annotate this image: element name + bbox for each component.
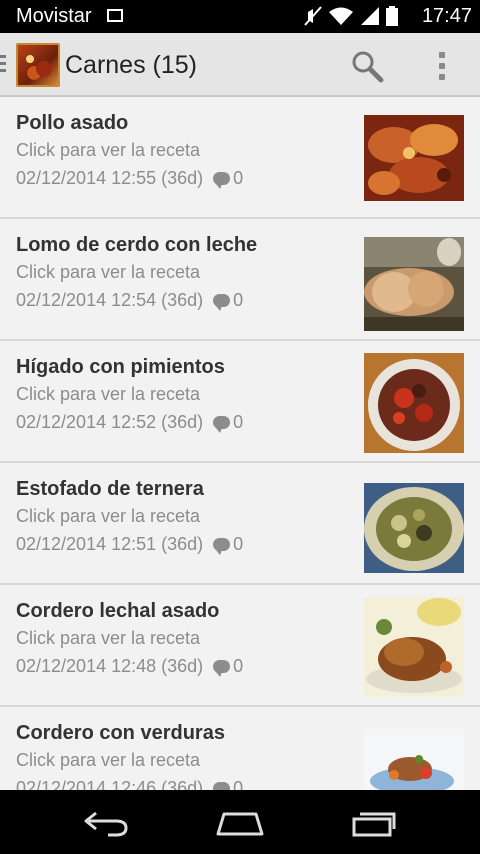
recipe-date: 02/12/2014 12:52 (36d) — [16, 412, 204, 432]
recipe-meta: 02/12/2014 12:46 (36d) 0 — [16, 778, 243, 790]
pork-loin-photo — [364, 237, 464, 331]
mute-icon — [304, 6, 322, 26]
comment-count: 0 — [233, 168, 244, 188]
recipe-meta: 02/12/2014 12:52 (36d) 0 — [16, 412, 243, 433]
recipe-list[interactable]: Pollo asado Click para ver la receta 02/… — [0, 97, 480, 790]
recipe-row[interactable]: Estofado de ternera Click para ver la re… — [0, 463, 480, 585]
beef-stew-photo — [364, 483, 464, 573]
comment-icon — [213, 538, 231, 555]
comment-count: 0 — [233, 534, 244, 554]
image-notification-icon — [107, 9, 123, 22]
status-bar: Movistar 17:47 — [0, 0, 480, 33]
carrier-name: Movistar — [16, 5, 92, 27]
recipe-row[interactable]: Hígado con pimientos Click para ver la r… — [0, 341, 480, 463]
navigation-bar — [0, 790, 480, 854]
recent-apps-icon — [352, 812, 396, 837]
recipe-subtitle: Click para ver la receta — [16, 750, 201, 770]
liver-peppers-photo — [364, 353, 464, 453]
recipe-name: Lomo de cerdo con leche — [16, 234, 258, 256]
recipe-name: Hígado con pimientos — [16, 356, 225, 378]
comment-icon — [213, 782, 231, 790]
comment-icon — [213, 172, 231, 189]
roast-lamb-photo — [364, 597, 464, 697]
page-title: Carnes (15) — [65, 51, 197, 79]
recipe-row[interactable]: Cordero con verduras Click para ver la r… — [0, 707, 480, 790]
roast-chicken-photo — [364, 115, 464, 201]
category-logo[interactable] — [16, 43, 60, 87]
wifi-icon — [329, 7, 353, 25]
lamb-vegetables-photo — [364, 729, 464, 790]
recipe-meta: 02/12/2014 12:51 (36d) 0 — [16, 534, 243, 555]
back-button[interactable] — [76, 806, 136, 840]
recipe-subtitle: Click para ver la receta — [16, 262, 201, 282]
comment-count: 0 — [233, 778, 244, 790]
comment-count: 0 — [233, 656, 244, 676]
recipe-meta: 02/12/2014 12:55 (36d) 0 — [16, 168, 243, 189]
recipe-meta: 02/12/2014 12:54 (36d) 0 — [16, 290, 243, 311]
clock: 17:47 — [421, 5, 472, 27]
recipe-name: Cordero lechal asado — [16, 600, 220, 622]
recipe-date: 02/12/2014 12:51 (36d) — [16, 534, 204, 554]
recipe-date: 02/12/2014 12:54 (36d) — [16, 290, 204, 310]
recipe-name: Cordero con verduras — [16, 722, 225, 744]
recipe-subtitle: Click para ver la receta — [16, 140, 201, 160]
overflow-menu-icon[interactable] — [430, 49, 454, 83]
back-icon — [84, 811, 128, 837]
recipe-name: Estofado de ternera — [16, 478, 204, 500]
recipe-date: 02/12/2014 12:55 (36d) — [16, 168, 204, 188]
recipe-row[interactable]: Lomo de cerdo con leche Click para ver l… — [0, 219, 480, 341]
comment-icon — [213, 660, 231, 677]
search-icon[interactable] — [350, 49, 384, 83]
comment-count: 0 — [233, 290, 244, 310]
recipe-name: Pollo asado — [16, 112, 129, 134]
recipe-row[interactable]: Cordero lechal asado Click para ver la r… — [0, 585, 480, 707]
drawer-indicator-icon[interactable] — [0, 55, 6, 75]
status-icons — [304, 6, 398, 26]
signal-icon — [361, 7, 379, 25]
recipe-row[interactable]: Pollo asado Click para ver la receta 02/… — [0, 97, 480, 219]
home-button[interactable] — [210, 806, 270, 840]
recipe-date: 02/12/2014 12:46 (36d) — [16, 778, 204, 790]
comment-icon — [213, 294, 231, 311]
home-icon — [216, 812, 264, 836]
recipe-subtitle: Click para ver la receta — [16, 384, 201, 404]
recipe-date: 02/12/2014 12:48 (36d) — [16, 656, 204, 676]
recipe-meta: 02/12/2014 12:48 (36d) 0 — [16, 656, 243, 677]
comment-count: 0 — [233, 412, 244, 432]
recipe-subtitle: Click para ver la receta — [16, 506, 201, 526]
recipe-subtitle: Click para ver la receta — [16, 628, 201, 648]
comment-icon — [213, 416, 231, 433]
app-bar: Carnes (15) — [0, 33, 480, 97]
battery-icon — [386, 6, 398, 26]
recent-apps-button[interactable] — [344, 806, 404, 840]
